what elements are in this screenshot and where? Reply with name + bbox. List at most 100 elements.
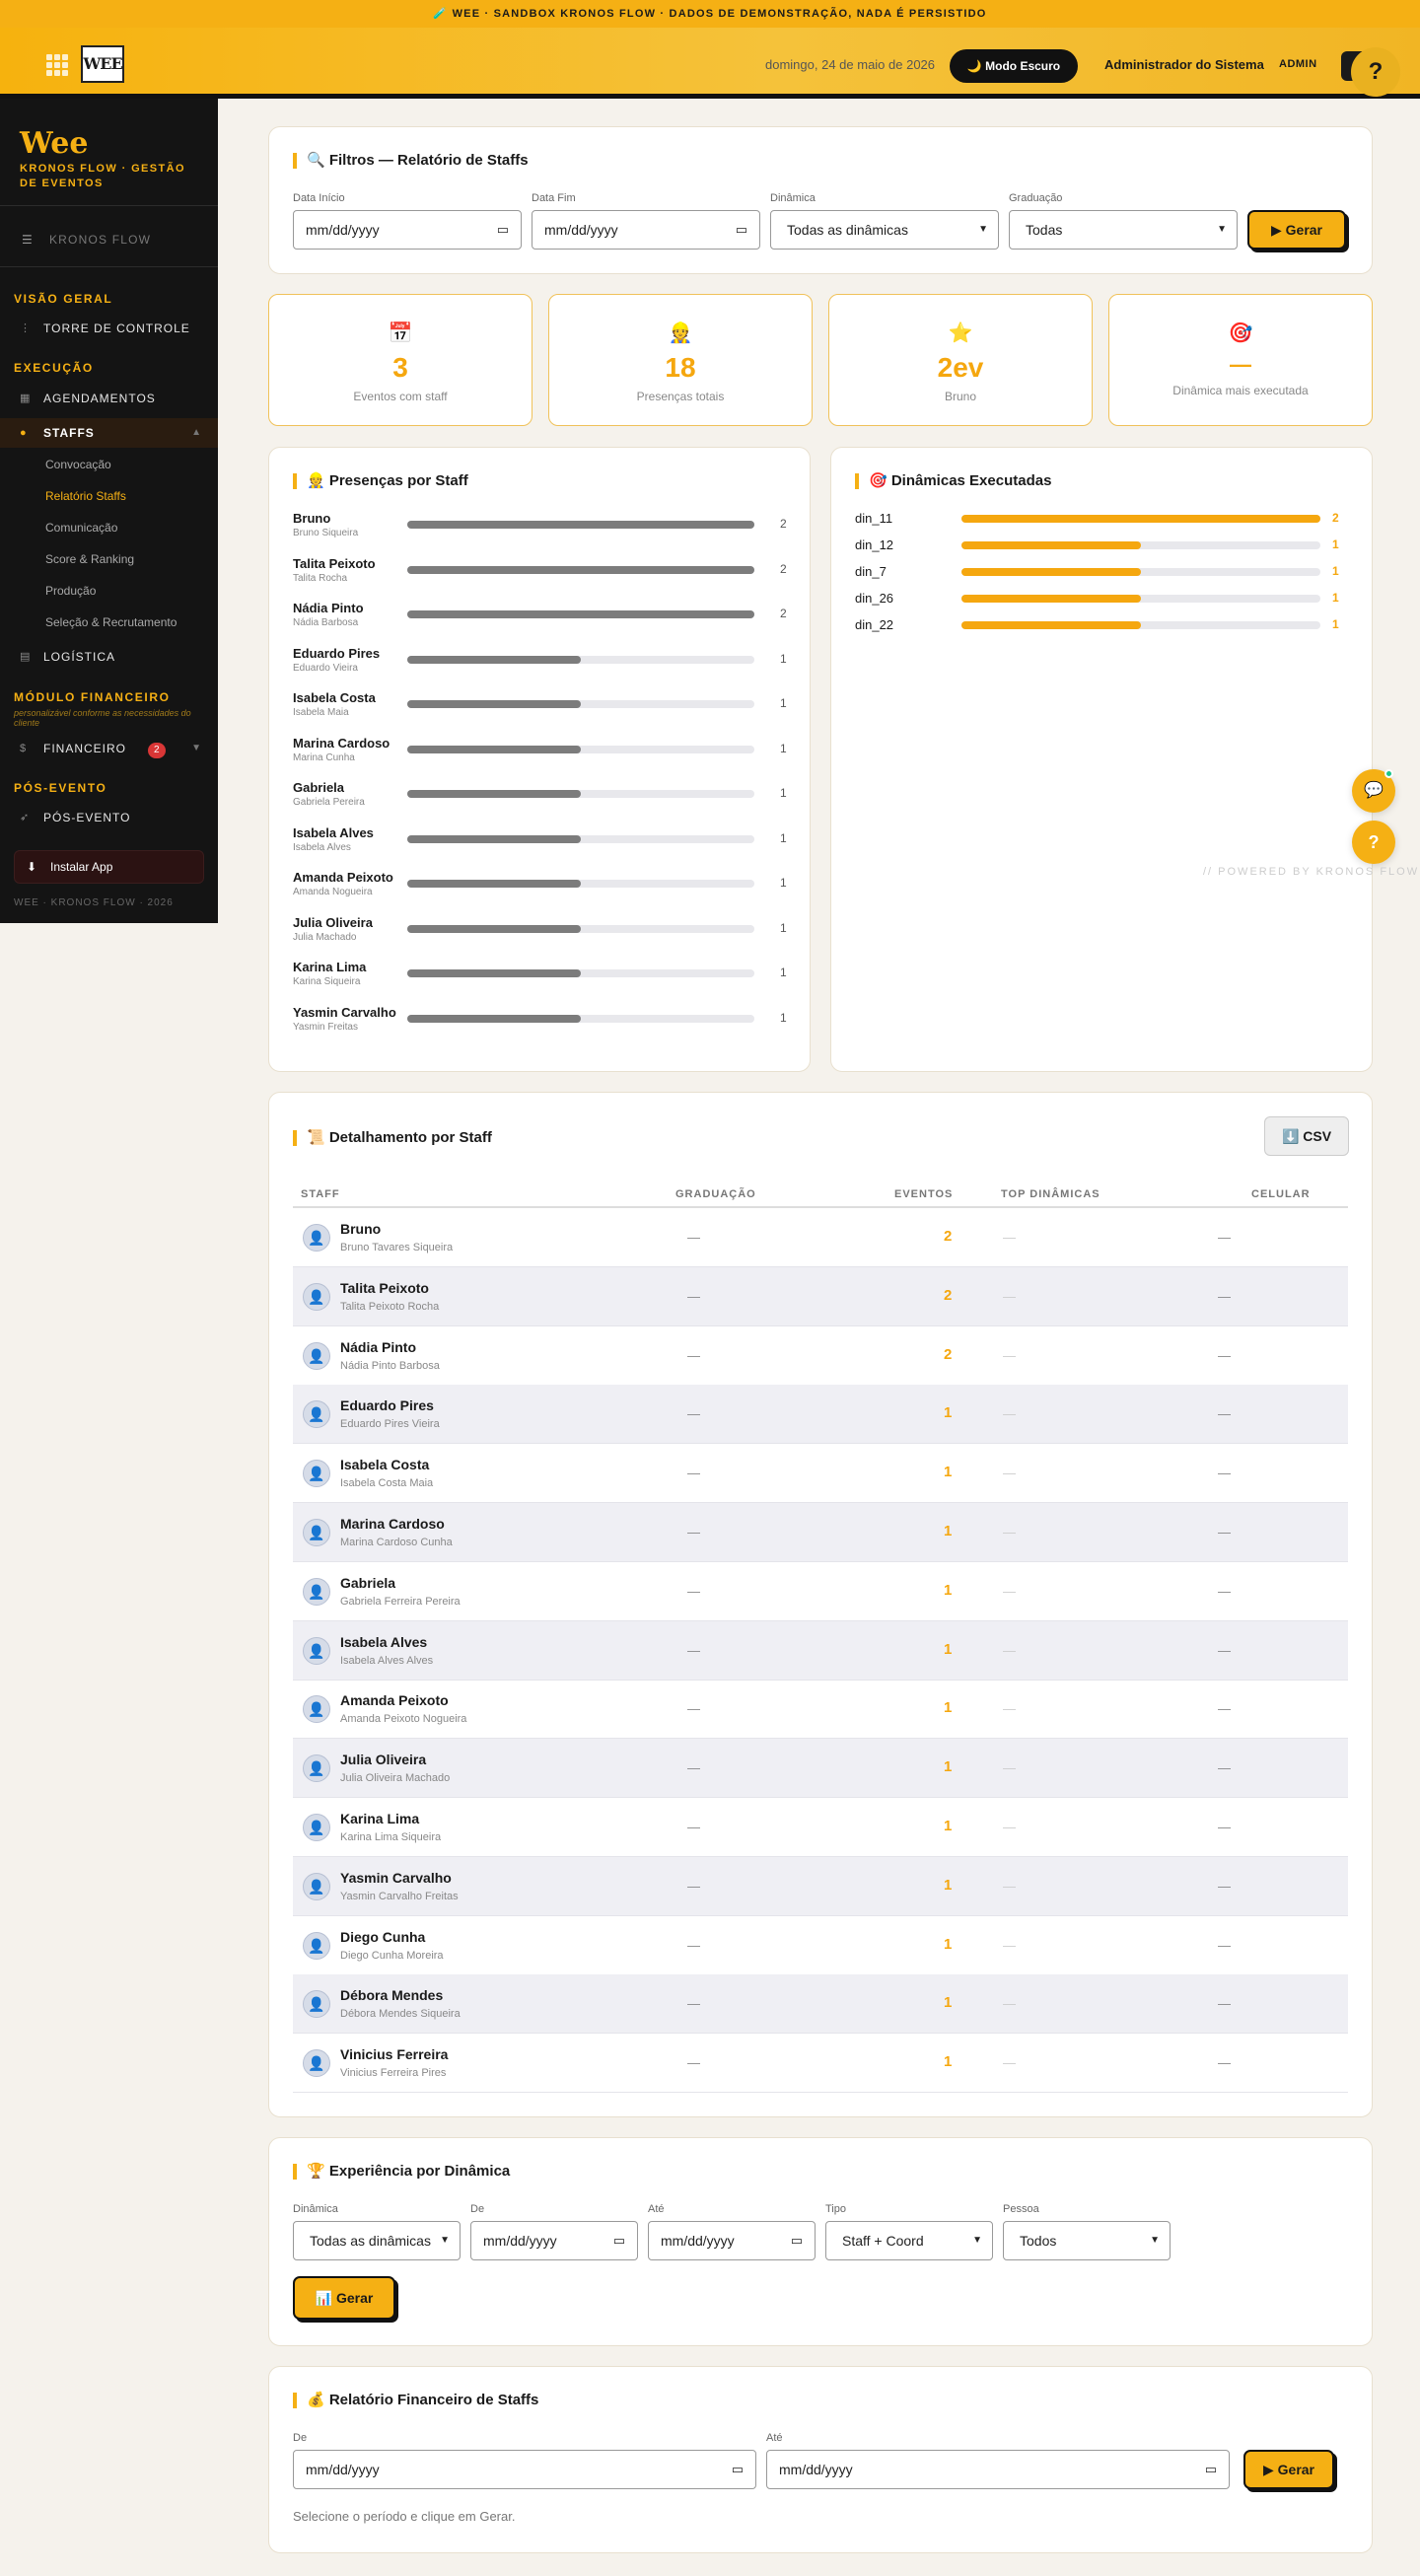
exp-from-input[interactable]: mm/dd/yyyy ▭: [470, 2221, 638, 2260]
table-row[interactable]: 👤 Eduardo Pires Eduardo Pires Vieira — 1 — —: [293, 1385, 1348, 1445]
table-row[interactable]: 👤 Gabriela Gabriela Ferreira Pereira — 1 — —: [293, 1562, 1348, 1621]
apps-grid-icon[interactable]: [43, 51, 69, 77]
sidebar-sub-selecao[interactable]: Seleção & Recrutamento: [45, 615, 177, 629]
table-row[interactable]: 👤 Marina Cardoso Marina Cardoso Cunha — 1 — —: [293, 1503, 1348, 1562]
exp-type-label: Tipo: [825, 2203, 846, 2215]
fin-to-input[interactable]: mm/dd/yyyy ▭: [766, 2450, 1230, 2489]
end-date-input[interactable]: mm/dd/yyyy ▭: [532, 210, 760, 250]
sidebar-item-financial[interactable]: $ FINANCEIRO 2 ▼: [0, 734, 218, 763]
presence-count: 1: [780, 966, 787, 979]
dynamic-bar: [961, 541, 1141, 549]
chevron-down-icon: ▼: [972, 2235, 982, 2246]
staff-name: Marina Cardoso: [340, 1516, 445, 1532]
presence-bar: [407, 834, 581, 843]
avatar-icon: 👤: [303, 1519, 330, 1546]
exp-person-select[interactable]: Todos ▼: [1003, 2221, 1171, 2260]
sidebar-item-control-tower[interactable]: ⋮ TORRE DE CONTROLE: [0, 314, 218, 343]
dark-mode-button[interactable]: 🌙 Modo Escuro: [950, 49, 1078, 83]
chat-button[interactable]: 💬: [1352, 769, 1395, 813]
sidebar-sub-score-ranking[interactable]: Score & Ranking: [45, 552, 134, 566]
staff-name: Yasmin Carvalho: [340, 1869, 452, 1886]
staff-name: Isabela Alves: [340, 1633, 428, 1650]
sidebar-item-logistics[interactable]: ▤ LOGÍSTICA: [0, 642, 218, 672]
grade-select[interactable]: Todas ▼: [1009, 210, 1238, 250]
staff-name: Talita Peixoto: [340, 1279, 429, 1296]
table-row[interactable]: 👤 Vinicius Ferreira Vinicius Ferreira Pire…: [293, 2034, 1348, 2094]
presence-name: Eduardo Pires: [293, 645, 381, 661]
staff-events: 1: [944, 1876, 953, 1894]
sidebar-item-staffs[interactable]: ● STAFFS ▲: [0, 418, 218, 448]
star-icon: ⭐: [948, 322, 973, 344]
table-row[interactable]: 👤 Amanda Peixoto Amanda Peixoto Nogueira — 1…: [293, 1680, 1348, 1740]
install-app-button[interactable]: ⬇ Instalar App: [14, 850, 204, 884]
table-row[interactable]: 👤 Débora Mendes Débora Mendes Siqueira — 1 — —: [293, 1974, 1348, 2035]
presence-subname: Marina Cunha: [293, 751, 355, 763]
presence-bar-track: [407, 924, 754, 933]
sidebar-sub-convocacao[interactable]: Convocação: [45, 458, 111, 471]
table-row[interactable]: 👤 Nádia Pinto Nádia Pinto Barbosa — 2 — —: [293, 1326, 1348, 1386]
detail-card: 📜 Detalhamento por Staff ⬇️ CSV STAFF GR…: [268, 1092, 1373, 2117]
fin-from-input[interactable]: mm/dd/yyyy ▭: [293, 2450, 756, 2489]
staff-full-name: Marina Cardoso Cunha: [340, 1537, 453, 1548]
sidebar-item-post-event[interactable]: ➶ PÓS-EVENTO: [0, 803, 218, 832]
dynamics-title: 🎯 Dinâmicas Executadas: [855, 473, 1051, 489]
staff-phone: —: [1218, 1701, 1231, 1717]
sidebar-brand: Wee: [20, 126, 89, 161]
calendar-icon: ▦: [20, 393, 32, 404]
dynamic-select[interactable]: Todas as dinâmicas ▼: [770, 210, 999, 250]
avatar-icon: 👤: [303, 1814, 330, 1841]
exp-dynamic-select[interactable]: Todas as dinâmicas ▼: [293, 2221, 461, 2260]
dynamic-name: din_7: [855, 564, 887, 579]
presence-subname: Isabela Maia: [293, 707, 349, 718]
finance-hint: Selecione o período e clique em Gerar.: [293, 2509, 516, 2524]
presence-count: 1: [780, 696, 787, 710]
presence-bar: [407, 880, 581, 888]
sidebar-sub-producao[interactable]: Produção: [45, 584, 96, 598]
presence-bar: [407, 521, 754, 529]
staff-full-name: Yasmin Carvalho Freitas: [340, 1890, 459, 1902]
start-date-input[interactable]: mm/dd/yyyy ▭: [293, 210, 522, 250]
presence-name: Isabela Costa: [293, 690, 376, 705]
sidebar-sub-comunicacao[interactable]: Comunicação: [45, 521, 117, 535]
dynamic-bar: [961, 568, 1141, 576]
table-row[interactable]: 👤 Diego Cunha Diego Cunha Moreira — 1 — —: [293, 1916, 1348, 1975]
exp-type-select[interactable]: Staff + Coord ▼: [825, 2221, 993, 2260]
calendar-icon: ▭: [496, 222, 509, 237]
csv-export-button[interactable]: ⬇️ CSV: [1264, 1116, 1349, 1156]
table-row[interactable]: 👤 Julia Oliveira Julia Oliveira Machado — 1 —…: [293, 1739, 1348, 1799]
staff-events: 1: [944, 2053, 953, 2071]
stat-value: 18: [665, 352, 696, 383]
table-row[interactable]: 👤 Karina Lima Karina Lima Siqueira — 1 — —: [293, 1798, 1348, 1857]
sidebar-collapse-toggle[interactable]: ☰ KRONOS FLOW: [22, 233, 151, 247]
table-row[interactable]: 👤 Bruno Bruno Tavares Siqueira — 2 — —: [293, 1208, 1348, 1267]
staff-events: 1: [944, 1818, 953, 1834]
stat-label: Bruno: [944, 390, 977, 403]
calendar-icon: ▭: [731, 2462, 744, 2476]
sidebar-sub-relatorio-staffs[interactable]: Relatório Staffs: [45, 489, 126, 503]
generate-button[interactable]: ▶ Gerar: [1247, 210, 1346, 250]
exp-to-input[interactable]: mm/dd/yyyy ▭: [648, 2221, 816, 2260]
presence-name: Karina Lima: [293, 960, 367, 974]
floating-help-button[interactable]: ?: [1352, 821, 1395, 864]
rocket-icon: ➶: [20, 812, 31, 823]
stat-value: 3: [392, 352, 408, 383]
help-button[interactable]: ?: [1351, 47, 1400, 97]
table-row[interactable]: 👤 Yasmin Carvalho Yasmin Carvalho Freitas —…: [293, 1856, 1348, 1916]
table-row[interactable]: 👤 Isabela Alves Isabela Alves Alves — 1 — —: [293, 1620, 1348, 1681]
sidebar-item-schedules[interactable]: ▦ AGENDAMENTOS: [0, 384, 218, 413]
presence-bar-track: [407, 790, 754, 798]
staff-phone: —: [1218, 1583, 1231, 1599]
staff-phone: —: [1218, 1466, 1231, 1481]
staff-top-dynamics: —: [1003, 1466, 1016, 1481]
table-row[interactable]: 👤 Isabela Costa Isabela Costa Maia — 1 — —: [293, 1444, 1348, 1504]
filters-title: 🔍 Filtros — Relatório de Staffs: [293, 153, 529, 169]
stat-presences: 👷 18 Presenças totais: [548, 294, 813, 426]
table-row[interactable]: 👤 Talita Peixoto Talita Peixoto Rocha — 2 — —: [293, 1266, 1348, 1326]
staff-grade: —: [687, 1288, 700, 1304]
staff-name: Nádia Pinto: [340, 1338, 417, 1355]
dynamic-bar: [961, 595, 1141, 603]
calendar-icon: ▭: [735, 222, 747, 237]
presence-bar-track: [407, 880, 754, 888]
fin-generate-button[interactable]: ▶ Gerar: [1243, 2450, 1334, 2489]
exp-generate-button[interactable]: 📊 Gerar: [293, 2276, 395, 2320]
